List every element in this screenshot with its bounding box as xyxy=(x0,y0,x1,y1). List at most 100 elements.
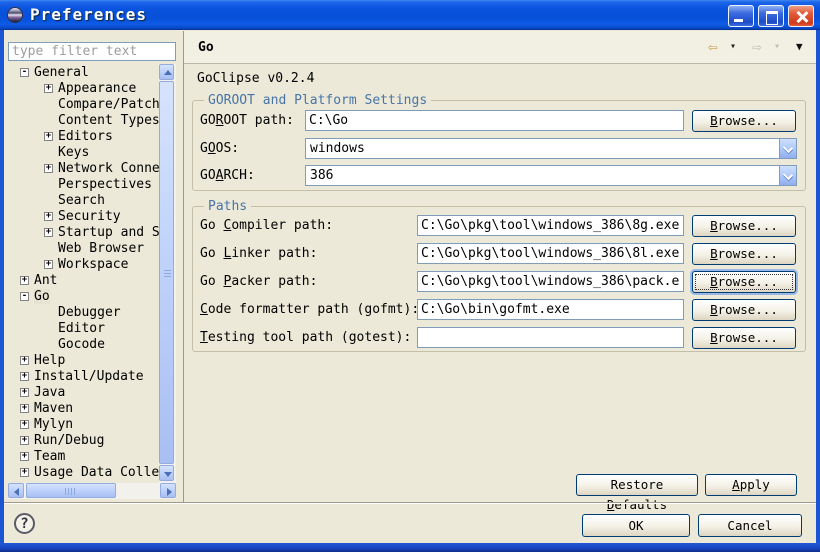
ok-button[interactable]: OK xyxy=(582,514,690,537)
tree-item[interactable]: + Java xyxy=(8,384,159,400)
packer-browse-button[interactable]: Browse... xyxy=(692,271,796,293)
help-button[interactable]: ? xyxy=(14,513,35,534)
tree-expander-icon[interactable]: + xyxy=(44,260,53,269)
tree-item-label: Team xyxy=(34,449,65,464)
tree-item-label: Keys xyxy=(58,145,89,160)
tree-expander-icon[interactable]: + xyxy=(44,84,53,93)
tree-item[interactable]: + Run/Debug xyxy=(8,432,159,448)
testing-path-input[interactable] xyxy=(417,327,684,348)
tree-item[interactable]: + Maven xyxy=(8,400,159,416)
tree-item[interactable]: + Install/Update xyxy=(8,368,159,384)
tree-expander-icon[interactable]: + xyxy=(20,436,29,445)
tree-item[interactable]: + Workspace xyxy=(8,256,159,272)
tree-expander-icon[interactable]: - xyxy=(20,68,29,77)
tree-item[interactable]: + Mylyn xyxy=(8,416,159,432)
scroll-right-icon xyxy=(167,488,172,496)
tree-item-label: Java xyxy=(34,385,65,400)
linker-browse-button[interactable]: Browse... xyxy=(692,243,796,265)
tree-item[interactable]: - General xyxy=(8,64,159,80)
compiler-path-input[interactable] xyxy=(417,215,684,236)
tree-item[interactable]: - Go xyxy=(8,288,159,304)
scroll-thumb[interactable] xyxy=(159,81,174,464)
packer-path-input[interactable] xyxy=(417,271,684,292)
tree-expander-icon[interactable]: + xyxy=(44,212,53,221)
tree-expander-icon[interactable]: + xyxy=(44,164,53,173)
cancel-button[interactable]: Cancel xyxy=(698,514,802,537)
dropdown-arrow-icon[interactable] xyxy=(779,139,796,158)
tree-vertical-scrollbar[interactable] xyxy=(159,64,176,483)
tree-horizontal-scrollbar[interactable] xyxy=(8,483,176,499)
dropdown-arrow-icon[interactable] xyxy=(779,166,796,185)
scroll-left-icon xyxy=(14,488,19,496)
scroll-up-button[interactable] xyxy=(159,64,174,80)
tree-item[interactable]: Content Types xyxy=(8,112,159,128)
window-title: Preferences xyxy=(30,5,147,24)
tree-item[interactable]: + Team xyxy=(8,448,159,464)
tree-expander-icon[interactable]: + xyxy=(20,276,29,285)
tree-item[interactable]: + Ant xyxy=(8,272,159,288)
forward-button[interactable]: ⇨ xyxy=(752,37,762,56)
back-button[interactable]: ⇦ xyxy=(708,37,718,56)
tree-item[interactable]: Debugger xyxy=(8,304,159,320)
goos-select[interactable]: windows xyxy=(305,138,797,159)
tree-item[interactable]: Editor xyxy=(8,320,159,336)
tree-expander-icon[interactable]: + xyxy=(20,356,29,365)
scroll-down-button[interactable] xyxy=(159,465,174,481)
formatter-path-input[interactable] xyxy=(417,299,684,320)
forward-menu-icon[interactable]: ▾ xyxy=(774,41,780,52)
preferences-window: Preferences - General + Appearance Compa… xyxy=(0,0,820,552)
close-button[interactable] xyxy=(788,5,814,27)
testing-browse-button[interactable]: Browse... xyxy=(692,327,796,349)
goroot-browse-button[interactable]: Browse... xyxy=(692,110,796,132)
tree-expander-icon[interactable]: + xyxy=(44,228,53,237)
window-frame-right xyxy=(816,30,820,544)
tree-expander-icon[interactable]: + xyxy=(20,452,29,461)
tree-item[interactable]: + Usage Data Collect xyxy=(8,464,159,480)
tree-expander-icon[interactable]: + xyxy=(20,420,29,429)
tree-item-label: Install/Update xyxy=(34,369,144,384)
tree-item-label: Compare/Patch xyxy=(58,97,159,112)
maximize-button[interactable] xyxy=(758,5,784,27)
linker-path-input[interactable] xyxy=(417,243,684,264)
scroll-right-button[interactable] xyxy=(160,483,176,498)
goarch-select[interactable]: 386 xyxy=(305,165,797,186)
view-menu-button[interactable]: ▼ xyxy=(796,40,803,53)
compiler-browse-button[interactable]: Browse... xyxy=(692,215,796,237)
tree-expander-icon[interactable]: + xyxy=(20,372,29,381)
tree-expander-icon[interactable]: + xyxy=(20,404,29,413)
apply-button[interactable]: Apply xyxy=(705,474,797,496)
minimize-button[interactable] xyxy=(728,5,754,27)
tree-item[interactable]: Perspectives xyxy=(8,176,159,192)
tree-item[interactable]: + Security xyxy=(8,208,159,224)
goos-value: windows xyxy=(310,141,365,156)
tree-item[interactable]: + Network Connect xyxy=(8,160,159,176)
tree-expander-icon[interactable]: + xyxy=(20,388,29,397)
restore-defaults-button[interactable]: Restore Defaults xyxy=(576,474,698,496)
preferences-tree: - General + Appearance Compare/Patch Con… xyxy=(8,64,159,483)
goroot-path-input[interactable] xyxy=(305,110,684,131)
scroll-left-button[interactable] xyxy=(8,483,24,498)
tree-expander-icon[interactable]: - xyxy=(20,292,29,301)
tree-item-label: Ant xyxy=(34,273,57,288)
page-title: Go xyxy=(198,40,214,55)
packer-path-label: Go Packer path: xyxy=(200,274,317,289)
formatter-browse-button[interactable]: Browse... xyxy=(692,299,796,321)
tree-item[interactable]: Compare/Patch xyxy=(8,96,159,112)
tree-item[interactable]: + Editors xyxy=(8,128,159,144)
scroll-thumb[interactable] xyxy=(26,483,116,498)
tree-item[interactable]: Gocode xyxy=(8,336,159,352)
goroot-path-label: GOROOT path: xyxy=(200,113,294,128)
tree-item[interactable]: Web Browser xyxy=(8,240,159,256)
tree-item[interactable]: + Appearance xyxy=(8,80,159,96)
filter-input[interactable] xyxy=(8,42,176,61)
tree-item-label: Editors xyxy=(58,129,113,144)
tree-item[interactable]: + Help xyxy=(8,352,159,368)
tree-item[interactable]: + Startup and Shu xyxy=(8,224,159,240)
tree-item-label: Run/Debug xyxy=(34,433,104,448)
tree-expander-icon[interactable]: + xyxy=(20,468,29,477)
tree-item-label: Maven xyxy=(34,401,73,416)
tree-item[interactable]: Keys xyxy=(8,144,159,160)
tree-expander-icon[interactable]: + xyxy=(44,132,53,141)
back-menu-icon[interactable]: ▾ xyxy=(730,41,736,52)
tree-item[interactable]: Search xyxy=(8,192,159,208)
